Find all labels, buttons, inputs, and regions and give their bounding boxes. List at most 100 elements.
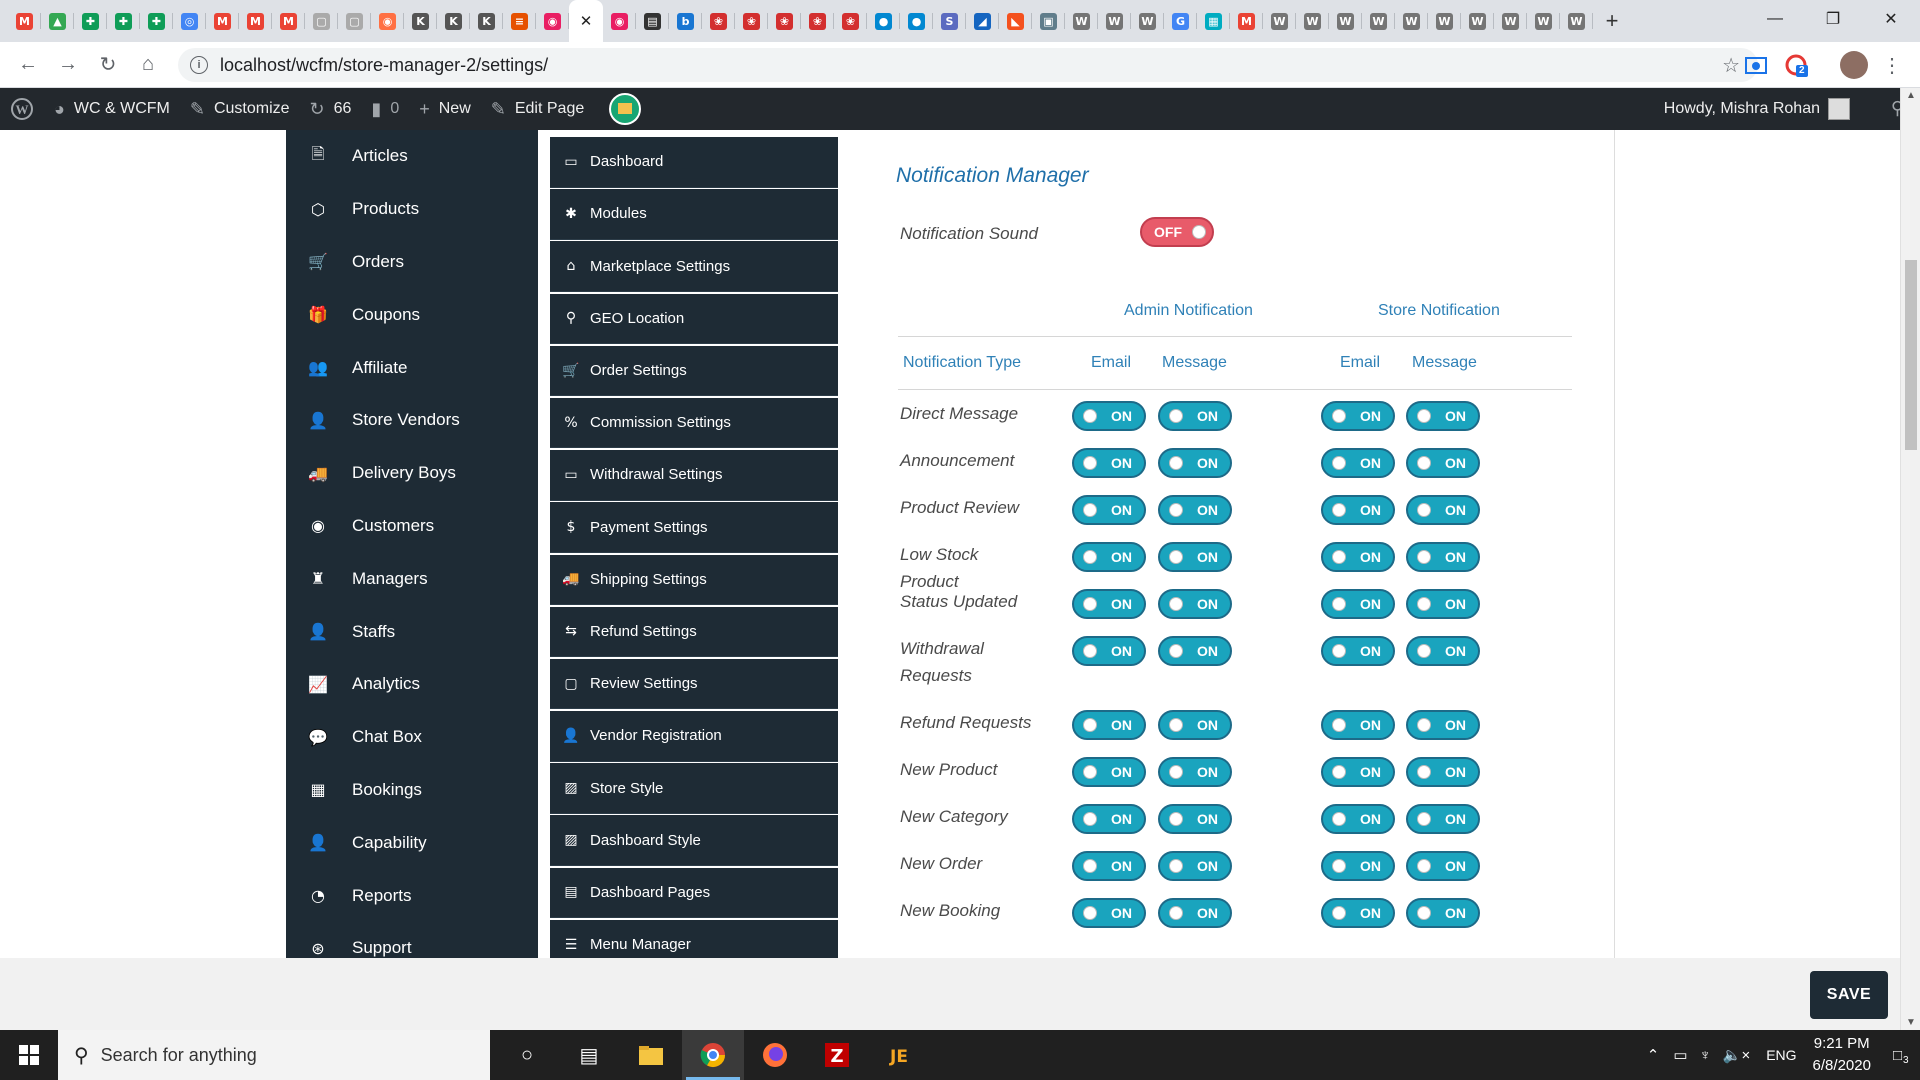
sidebar-item-reports[interactable]: ◔ Reports [286,869,538,922]
settings-nav-order-settings[interactable]: 🛒 Order Settings [550,345,838,397]
store-message-toggle[interactable]: ON [1406,495,1480,525]
store-message-toggle[interactable]: ON [1406,851,1480,881]
task-view-icon[interactable]: ▤ [558,1030,620,1080]
browser-tab[interactable]: ◣ [999,0,1032,42]
admin-email-toggle[interactable]: ON [1072,757,1146,787]
settings-nav-withdrawal-settings[interactable]: ▭ Withdrawal Settings [550,450,838,501]
browser-tab[interactable]: W [1065,0,1098,42]
extension-icon[interactable]: 2 [1784,53,1808,77]
notifications-icon[interactable]: □ 3 [1893,1047,1909,1066]
browser-tab[interactable]: ❀ [834,0,867,42]
store-message-toggle[interactable]: ON [1406,542,1480,572]
admin-message-toggle[interactable]: ON [1158,448,1232,478]
sidebar-item-capability[interactable]: 👤 Capability [286,816,538,869]
bookmark-star-icon[interactable]: ☆ [1722,53,1740,78]
browser-tab[interactable]: ▢ [305,0,338,42]
store-email-toggle[interactable]: ON [1321,710,1395,740]
sidebar-item-customers[interactable]: ◉ Customers [286,500,538,553]
store-email-toggle[interactable]: ON [1321,757,1395,787]
settings-nav-dashboard-style[interactable]: ▨ Dashboard Style [550,815,838,866]
browser-tab[interactable]: W [1362,0,1395,42]
settings-nav-store-style[interactable]: ▨ Store Style [550,763,838,814]
browser-tab[interactable]: G [1164,0,1197,42]
settings-nav-commission-settings[interactable]: % Commission Settings [550,397,838,449]
browser-menu-icon[interactable]: ⋮ [1880,53,1904,77]
browser-tab[interactable]: ▤ [636,0,669,42]
browser-tab[interactable]: ▦ [1197,0,1230,42]
browser-tab[interactable]: M [239,0,272,42]
store-message-toggle[interactable]: ON [1406,589,1480,619]
store-email-toggle[interactable]: ON [1321,589,1395,619]
browser-tab[interactable]: M [1230,0,1263,42]
comments-link[interactable]: ▮ 0 [361,88,409,130]
settings-nav-marketplace-settings[interactable]: ⌂ Marketplace Settings [550,241,838,292]
reload-icon[interactable]: ↻ [90,47,126,83]
browser-tab[interactable]: M [206,0,239,42]
sidebar-item-orders[interactable]: 🛒 Orders [286,236,538,289]
browser-tab[interactable]: M [8,0,41,42]
forward-icon[interactable]: → [50,47,86,83]
browser-tab[interactable]: ✚ [74,0,107,42]
browser-tab[interactable]: S [933,0,966,42]
updates-link[interactable]: ↻ 66 [300,88,362,130]
sidebar-item-products[interactable]: ⬡ Products [286,183,538,236]
settings-nav-review-settings[interactable]: ▢ Review Settings [550,658,838,710]
save-button[interactable]: SAVE [1810,971,1888,1019]
browser-tab[interactable]: W [1296,0,1329,42]
sidebar-item-managers[interactable]: ♜ Managers [286,552,538,605]
admin-email-toggle[interactable]: ON [1072,851,1146,881]
filezilla-icon[interactable]: Z [806,1030,868,1080]
admin-message-toggle[interactable]: ON [1158,710,1232,740]
browser-tab[interactable]: K [437,0,470,42]
store-message-toggle[interactable]: ON [1406,448,1480,478]
taskbar-search-input[interactable]: ⚲ Search for anything [58,1030,490,1080]
my-account-link[interactable]: Howdy, Mishra Rohan [1664,88,1850,130]
admin-email-toggle[interactable]: ON [1072,589,1146,619]
wifi-icon[interactable]: ♆ [1700,1047,1711,1064]
admin-message-toggle[interactable]: ON [1158,636,1232,666]
minimize-icon[interactable]: — [1746,0,1804,38]
browser-tab[interactable]: ● [867,0,900,42]
admin-email-toggle[interactable]: ON [1072,710,1146,740]
settings-nav-payment-settings[interactable]: $ Payment Settings [550,502,838,553]
admin-email-toggle[interactable]: ON [1072,898,1146,928]
admin-message-toggle[interactable]: ON [1158,804,1232,834]
sidebar-item-analytics[interactable]: 📈 Analytics [286,658,538,711]
scroll-up-icon[interactable]: ▲ [1906,90,1916,101]
admin-message-toggle[interactable]: ON [1158,589,1232,619]
browser-tab[interactable]: K [470,0,503,42]
browser-tab[interactable]: K [404,0,437,42]
windows-start-icon[interactable] [0,1030,58,1080]
admin-email-toggle[interactable]: ON [1072,401,1146,431]
browser-tab[interactable]: W [1395,0,1428,42]
profile-avatar[interactable] [1840,51,1868,79]
close-window-icon[interactable]: ✕ [1862,0,1920,38]
store-message-toggle[interactable]: ON [1406,898,1480,928]
back-icon[interactable]: ← [10,47,46,83]
admin-message-toggle[interactable]: ON [1158,401,1232,431]
volume-muted-icon[interactable]: 🔈× [1723,1046,1750,1064]
url-input[interactable]: i localhost/wcfm/store-manager-2/setting… [178,48,1758,82]
browser-tab[interactable]: ◢ [966,0,999,42]
admin-email-toggle[interactable]: ON [1072,448,1146,478]
browser-tab[interactable]: ◉ [603,0,636,42]
browser-tab[interactable]: ≡ [503,0,536,42]
admin-message-toggle[interactable]: ON [1158,757,1232,787]
file-explorer-icon[interactable] [620,1030,682,1080]
browser-tab[interactable]: ▲ [41,0,74,42]
store-email-toggle[interactable]: ON [1321,804,1395,834]
browser-tab[interactable]: ✚ [107,0,140,42]
admin-message-toggle[interactable]: ON [1158,542,1232,572]
browser-tab[interactable]: ◉ [536,0,569,42]
settings-nav-menu-manager[interactable]: ☰ Menu Manager [550,919,838,958]
store-email-toggle[interactable]: ON [1321,448,1395,478]
browser-tab[interactable]: W [1461,0,1494,42]
screenshot-extension-icon[interactable] [1744,53,1768,77]
browser-tab[interactable]: b [669,0,702,42]
browser-tab[interactable]: ❀ [702,0,735,42]
admin-message-toggle[interactable]: ON [1158,898,1232,928]
settings-nav-refund-settings[interactable]: ⇆ Refund Settings [550,606,838,658]
store-email-toggle[interactable]: ON [1321,495,1395,525]
sidebar-item-staffs[interactable]: 👤 Staffs [286,605,538,658]
admin-message-toggle[interactable]: ON [1158,495,1232,525]
